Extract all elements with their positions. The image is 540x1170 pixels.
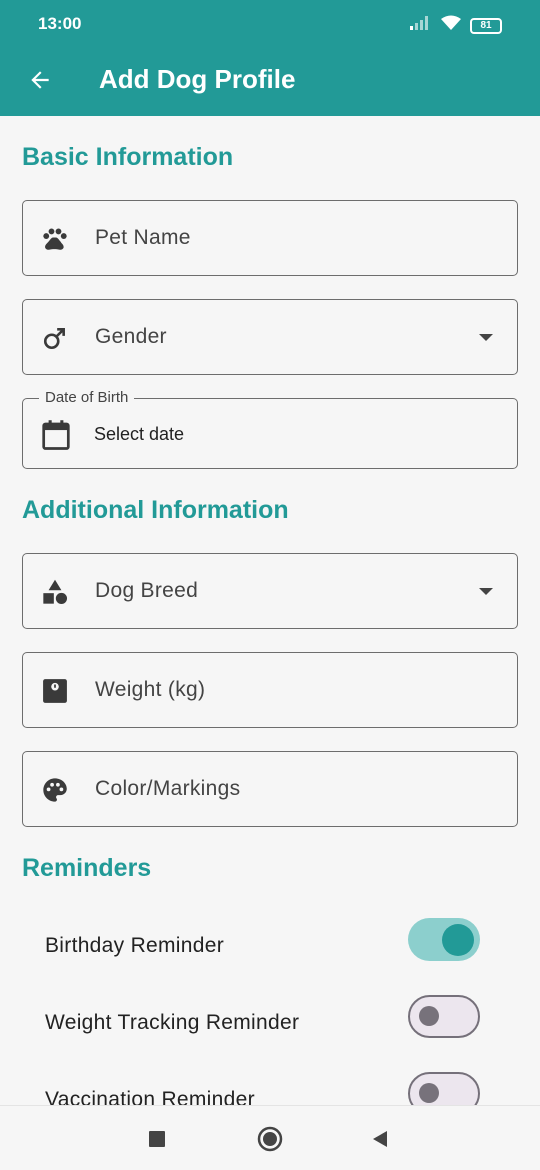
reminder-row-birthday: Birthday Reminder — [0, 918, 540, 978]
category-icon — [41, 578, 69, 606]
recents-button[interactable] — [142, 1124, 172, 1154]
toggle-knob — [442, 923, 474, 956]
birthday-reminder-toggle[interactable] — [408, 918, 480, 961]
color-markings-field[interactable]: Color/Markings — [22, 751, 518, 827]
chevron-down-icon — [479, 588, 493, 595]
weight-field[interactable]: Weight (kg) — [22, 652, 518, 728]
pet-name-field[interactable]: Pet Name — [22, 200, 518, 276]
toggle-knob — [419, 1006, 439, 1026]
paw-icon — [41, 225, 69, 253]
circle-icon — [257, 1126, 283, 1152]
toggle-knob — [419, 1083, 439, 1103]
color-markings-placeholder: Color/Markings — [95, 777, 241, 800]
reminder-label: Weight Tracking Reminder — [45, 1011, 300, 1034]
back-button[interactable] — [22, 62, 58, 98]
date-of-birth-field[interactable]: Date of Birth Select date — [22, 389, 518, 469]
page-title: Add Dog Profile — [99, 64, 296, 94]
date-of-birth-label: Date of Birth — [39, 389, 135, 406]
palette-icon — [41, 776, 69, 804]
weight-reminder-toggle[interactable] — [408, 995, 480, 1038]
dog-breed-placeholder: Dog Breed — [95, 579, 199, 602]
reminder-label: Birthday Reminder — [45, 934, 225, 957]
male-icon — [41, 324, 69, 352]
chevron-down-icon — [479, 334, 493, 341]
app-bar: Add Dog Profile — [0, 48, 540, 116]
pet-name-placeholder: Pet Name — [95, 226, 191, 249]
section-title-reminders: Reminders — [22, 854, 152, 882]
home-button[interactable] — [255, 1124, 285, 1154]
status-bar: 13:00 81 — [0, 0, 540, 48]
arrow-back-icon — [31, 71, 49, 89]
date-of-birth-value: Select date — [94, 424, 185, 444]
section-title-additional: Additional Information — [22, 496, 289, 524]
square-icon — [149, 1131, 165, 1147]
gender-placeholder: Gender — [95, 325, 167, 348]
back-nav-button[interactable] — [365, 1124, 395, 1154]
dog-breed-dropdown[interactable]: Dog Breed — [22, 553, 518, 629]
calendar-icon — [41, 419, 71, 456]
status-time: 13:00 — [38, 14, 82, 33]
battery-icon: 81 — [470, 17, 502, 34]
reminder-row-weight: Weight Tracking Reminder — [0, 995, 540, 1055]
signal-icon — [410, 16, 432, 35]
section-title-basic: Basic Information — [22, 143, 234, 171]
weight-placeholder: Weight (kg) — [95, 678, 206, 701]
system-nav-bar — [0, 1105, 540, 1170]
triangle-back-icon — [373, 1131, 387, 1147]
status-icons: 81 — [410, 15, 502, 36]
scale-icon — [41, 677, 69, 705]
wifi-icon — [440, 15, 462, 36]
gender-dropdown[interactable]: Gender — [22, 299, 518, 375]
